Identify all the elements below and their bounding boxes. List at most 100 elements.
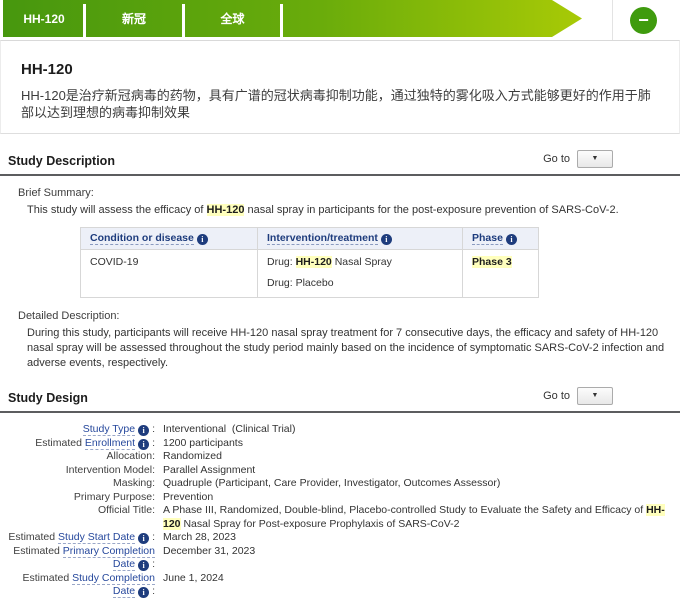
goto-control: Go to ▼ — [543, 387, 613, 405]
title-post: Nasal Spray for Post-exposure Prophylaxi… — [181, 518, 460, 530]
drug-description: HH-120是治疗新冠病毒的药物，具有广谱的冠状病毒抑制功能，通过独特的雾化吸入… — [21, 87, 659, 121]
design-row-primary-purpose: Primary Purpose: Prevention — [0, 491, 680, 505]
label-text: Official Title: — [98, 504, 155, 516]
intervention-cell: Drug: HH-120 Nasal Spray Drug: Placebo — [258, 250, 463, 298]
field-value: June 1, 2024 — [163, 572, 675, 599]
field-value: March 28, 2023 — [163, 531, 675, 545]
field-value: Quadruple (Participant, Care Provider, I… — [163, 477, 675, 491]
field-value: Parallel Assignment — [163, 464, 675, 478]
section-body: Brief Summary: This study will assess th… — [0, 176, 680, 371]
topbar-divider — [612, 0, 613, 40]
field-label: Primary Purpose: — [0, 491, 155, 505]
field-label: Estimated Enrollmenti: — [0, 437, 155, 451]
section-header: Study Description Go to ▼ — [0, 146, 680, 176]
col-header-condition: Condition or diseasei — [81, 228, 258, 250]
info-icon[interactable]: i — [138, 533, 149, 544]
design-row-enrollment: Estimated Enrollmenti: 1200 participants — [0, 437, 680, 451]
goto-dropdown[interactable]: ▼ — [577, 387, 613, 405]
col-header-phase: Phasei — [463, 228, 539, 250]
label-text: Intervention Model: — [66, 464, 155, 476]
section-header: Study Design Go to ▼ — [0, 383, 680, 413]
design-row-study-completion-date: Estimated Study Completion Datei: June 1… — [0, 572, 680, 599]
label-prefix: Estimated — [13, 545, 63, 557]
colon: : — [152, 531, 155, 543]
phase-header-link[interactable]: Phase — [472, 232, 503, 245]
breadcrumb-bar: HH-120 新冠 全球 − — [0, 0, 680, 40]
info-icon[interactable]: i — [138, 439, 149, 450]
goto-label: Go to — [543, 153, 570, 165]
colon: : — [152, 423, 155, 435]
design-row-primary-completion-date: Estimated Primary Completion Datei: Dece… — [0, 545, 680, 572]
collapse-button[interactable]: − — [630, 7, 657, 34]
field-value: December 31, 2023 — [163, 545, 675, 572]
breadcrumb-segment-covid[interactable]: 新冠 — [86, 0, 182, 37]
info-icon[interactable]: i — [197, 234, 208, 245]
drug-post: Nasal Spray — [332, 256, 392, 268]
highlighted-term: HH-120 — [296, 256, 332, 268]
study-design-section: Study Design Go to ▼ Study Typei: Interv… — [0, 383, 680, 599]
field-value: Prevention — [163, 491, 675, 505]
study-type-link[interactable]: Study Type — [83, 423, 135, 436]
condition-header-link[interactable]: Condition or disease — [90, 232, 194, 245]
field-value: A Phase III, Randomized, Double-blind, P… — [163, 504, 675, 531]
breadcrumb-segment-global[interactable]: 全球 — [185, 0, 280, 37]
design-row-masking: Masking: Quadruple (Participant, Care Pr… — [0, 477, 680, 491]
field-label: Intervention Model: — [0, 464, 155, 478]
col-header-intervention: Intervention/treatmenti — [258, 228, 463, 250]
segment-label: HH-120 — [23, 12, 64, 26]
goto-control: Go to ▼ — [543, 150, 613, 168]
field-label: Allocation: — [0, 450, 155, 464]
colon: : — [152, 585, 155, 597]
field-value: Randomized — [163, 450, 675, 464]
condition-table: Condition or diseasei Intervention/treat… — [80, 227, 539, 298]
label-prefix: Estimated — [23, 572, 73, 584]
info-icon[interactable]: i — [381, 234, 392, 245]
label-prefix: Estimated — [35, 437, 85, 449]
info-icon[interactable]: i — [138, 425, 149, 436]
field-value: 1200 participants — [163, 437, 675, 451]
intervention-header-link[interactable]: Intervention/treatment — [267, 232, 378, 245]
study-description-section: Study Description Go to ▼ Brief Summary:… — [0, 146, 680, 371]
field-label: Estimated Primary Completion Datei: — [0, 545, 155, 572]
brief-summary-label: Brief Summary: — [18, 187, 672, 199]
design-row-allocation: Allocation: Randomized — [0, 450, 680, 464]
summary-pre: This study will assess the efficacy of — [27, 204, 207, 216]
drug-title: HH-120 — [21, 61, 659, 78]
breadcrumb-segment-hh120[interactable]: HH-120 — [5, 0, 83, 37]
drug-pre: Drug: — [267, 256, 296, 268]
section-title-study-design: Study Design — [8, 391, 88, 405]
field-label: Estimated Study Completion Datei: — [0, 572, 155, 599]
drug-pre: Drug: Placebo — [267, 277, 334, 289]
field-label: Estimated Study Start Datei: — [0, 531, 155, 545]
intervention-line: Drug: HH-120 Nasal Spray — [267, 256, 453, 268]
info-icon[interactable]: i — [138, 587, 149, 598]
summary-post: nasal spray in participants for the post… — [244, 204, 618, 216]
design-row-intervention-model: Intervention Model: Parallel Assignment — [0, 464, 680, 478]
chevron-down-icon: ▼ — [592, 155, 599, 162]
study-start-date-link[interactable]: Study Start Date — [58, 531, 135, 544]
section-title-study-description: Study Description — [8, 154, 115, 168]
detailed-description-label: Detailed Description: — [18, 310, 672, 322]
table-header-row: Condition or diseasei Intervention/treat… — [81, 228, 539, 250]
drug-card: HH-120 HH-120是治疗新冠病毒的药物，具有广谱的冠状病毒抑制功能，通过… — [0, 40, 680, 134]
label-text: Primary Purpose: — [74, 491, 155, 503]
breadcrumb-arrow: HH-120 新冠 全球 — [3, 0, 582, 37]
design-field-list: Study Typei: Interventional (Clinical Tr… — [0, 413, 680, 599]
field-value: Interventional (Clinical Trial) — [163, 423, 675, 437]
info-icon[interactable]: i — [138, 560, 149, 571]
highlighted-term: HH-120 — [207, 204, 245, 216]
segment-label: 全球 — [220, 10, 244, 27]
design-row-official-title: Official Title: A Phase III, Randomized,… — [0, 504, 680, 531]
detailed-description-text: During this study, participants will rec… — [27, 326, 672, 371]
phase-cell: Phase 3 — [463, 250, 539, 298]
label-prefix: Estimated — [8, 531, 58, 543]
segment-divider — [280, 4, 283, 37]
table-row: COVID-19 Drug: HH-120 Nasal Spray Drug: … — [81, 250, 539, 298]
enrollment-link[interactable]: Enrollment — [85, 437, 135, 450]
field-label: Official Title: — [0, 504, 155, 531]
brief-summary-text: This study will assess the efficacy of H… — [27, 203, 672, 218]
info-icon[interactable]: i — [506, 234, 517, 245]
segment-label: 新冠 — [122, 10, 146, 27]
goto-dropdown[interactable]: ▼ — [577, 150, 613, 168]
field-label: Study Typei: — [0, 423, 155, 437]
